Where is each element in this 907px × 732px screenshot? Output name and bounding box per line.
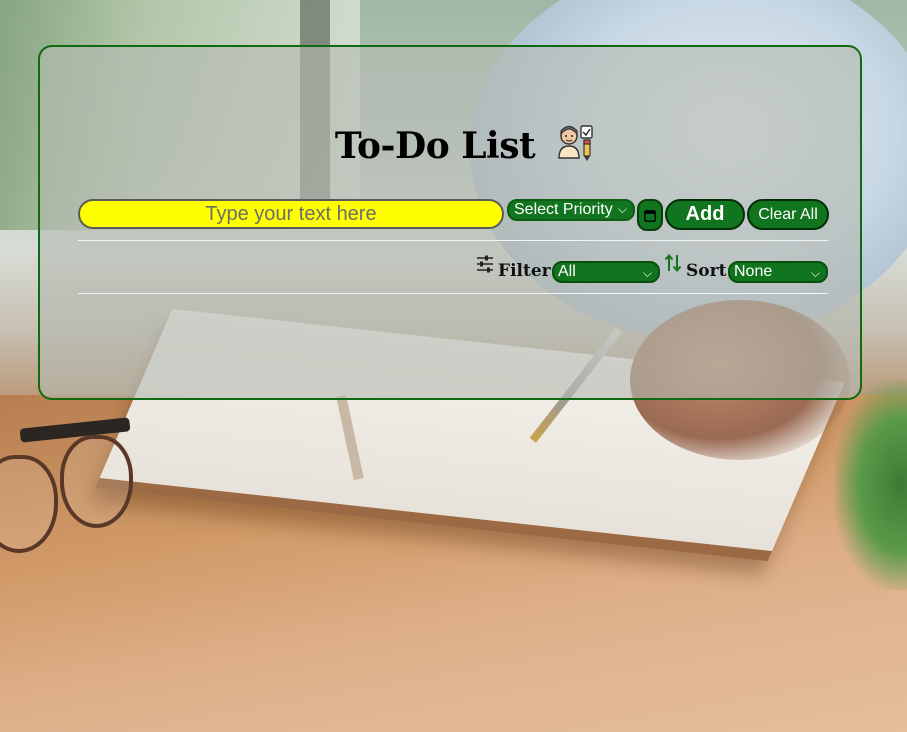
sort-label: Sort bbox=[686, 261, 727, 281]
clear-all-button[interactable]: Clear All bbox=[747, 199, 829, 230]
filter-sort-controls: Filter All ⌵ Sort None ⌵ bbox=[476, 252, 836, 284]
priority-select-value: Select Priority bbox=[514, 201, 613, 218]
divider bbox=[78, 240, 828, 241]
header: To-Do List bbox=[40, 125, 860, 167]
sliders-icon bbox=[477, 255, 493, 273]
filter-label: Filter bbox=[498, 261, 551, 281]
sort-arrows-icon bbox=[664, 253, 682, 273]
todo-card: To-Do List Select Priority ⌵ Add bbox=[38, 45, 862, 400]
add-button[interactable]: Add bbox=[665, 199, 745, 230]
calendar-icon bbox=[644, 209, 656, 222]
priority-select[interactable]: Select Priority ⌵ bbox=[507, 199, 635, 221]
divider bbox=[78, 293, 828, 294]
chevron-down-icon: ⌵ bbox=[617, 202, 627, 216]
glasses-lens bbox=[60, 435, 133, 528]
sort-select-value: None bbox=[734, 263, 773, 280]
person-checklist-icon bbox=[558, 125, 593, 161]
task-input[interactable] bbox=[78, 199, 504, 229]
page-title: To-Do List bbox=[334, 125, 536, 167]
date-picker-button[interactable] bbox=[637, 199, 663, 231]
glasses-lens bbox=[0, 455, 58, 553]
add-task-row: Select Priority ⌵ Add Clear All bbox=[78, 197, 829, 231]
chevron-down-icon: ⌵ bbox=[642, 266, 652, 280]
filter-select[interactable]: All ⌵ bbox=[552, 261, 660, 283]
background-glasses bbox=[0, 415, 170, 565]
chevron-down-icon: ⌵ bbox=[810, 266, 820, 280]
sort-select[interactable]: None ⌵ bbox=[728, 261, 828, 283]
filter-select-value: All bbox=[558, 263, 576, 280]
background-plant bbox=[835, 380, 907, 590]
